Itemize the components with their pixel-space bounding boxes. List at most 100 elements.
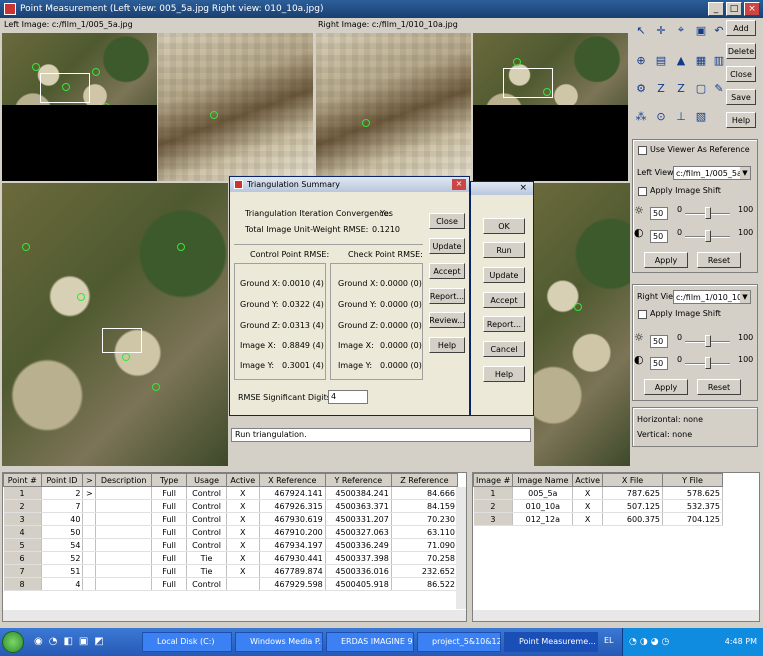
run-button[interactable]: Run [483,242,525,258]
table-row[interactable]: 4 50 Full Control X 467910.200 4500327.063 63.1… [3,525,459,539]
table-row[interactable]: 5 54 Full Control X 467934.197 4500336.249 71.0… [3,538,459,552]
left-reset-button[interactable]: Reset [697,252,741,268]
select-arrow-icon[interactable]: ↖ [632,21,650,39]
measure-icon[interactable]: ⊥ [672,107,690,125]
task-windows-media[interactable]: Windows Media P... [235,632,323,652]
add-button[interactable]: Add [726,20,756,36]
lock-icon[interactable]: ▣ [692,21,710,39]
point-marker[interactable] [122,353,130,361]
close-window-button[interactable]: × [744,2,760,16]
column-header[interactable]: Active [572,473,604,487]
right-apply-shift-checkbox[interactable] [638,310,647,319]
point-marker[interactable] [62,83,70,91]
column-header[interactable]: Point # [3,473,42,487]
point-marker[interactable] [77,293,85,301]
point-marker[interactable] [362,119,370,127]
table-row[interactable]: 2 010_10a X 507.125 532.375 [473,499,723,513]
table-row[interactable]: 6 52 Full Tie X 467930.441 4500337.398 70.258 [3,551,459,565]
right-brightness-spinner[interactable]: 50 [650,335,668,348]
column-header[interactable]: Point ID [40,473,84,487]
tie-icon[interactable]: ⚙ [632,79,650,97]
points-icon[interactable]: ⁂ [632,107,650,125]
update-button-behind[interactable]: Update [483,267,525,283]
point-marker[interactable] [177,243,185,251]
delete-button[interactable]: Delete [726,43,756,59]
triangle-icon[interactable]: ▲ [672,51,690,69]
column-header[interactable]: Image Name [512,473,574,487]
maximize-button[interactable]: □ [726,2,742,16]
point-marker[interactable] [210,111,218,119]
language-indicator[interactable]: EL [604,636,614,645]
task-local-disk[interactable]: Local Disk (C:) [142,632,232,652]
tray-icons[interactable]: ◔◑◕◷ [629,637,672,647]
link-cursor-icon[interactable]: ⌖ [672,21,690,39]
column-header[interactable]: Y Reference [324,473,392,487]
right-contrast-spinner[interactable]: 50 [650,357,668,370]
crosshair-icon[interactable]: ✛ [652,21,670,39]
ok-button[interactable]: OK [483,218,525,234]
right-reset-button[interactable]: Reset [697,379,741,395]
dialog-review-button[interactable]: Review... [429,312,465,328]
save-button[interactable]: Save [726,89,756,105]
table-cell[interactable]: 1 [473,486,514,500]
task-point-measurement[interactable]: Point Measureme... [504,632,598,652]
help-button-behind[interactable]: Help [483,366,525,382]
grid-icon[interactable]: ▦ [692,51,710,69]
left-view-select[interactable]: c:/film_1/005_5a.jpg ▼ [673,166,751,180]
right-apply-button[interactable]: Apply [644,379,688,395]
column-header[interactable]: X Reference [258,473,326,487]
dialog-accept-button[interactable]: Accept [429,263,465,279]
table-row[interactable]: 2 7 Full Control X 467926.315 4500363.371 84.15… [3,499,459,513]
right-main-view[interactable] [534,183,630,466]
column-header[interactable]: X File [602,473,664,487]
left-apply-shift-checkbox[interactable] [638,187,647,196]
use-viewer-reference-checkbox[interactable] [638,146,647,155]
table-cell[interactable]: 2 [473,499,514,513]
right-zoom-view[interactable] [316,33,471,181]
z-icon[interactable]: Z [652,79,670,97]
table-row[interactable]: 1 005_5a X 787.625 578.625 [473,486,723,500]
left-brightness-thumb[interactable] [705,207,711,219]
table-cell[interactable]: 8 [3,577,42,591]
task-erdas[interactable]: ERDAS IMAGINE 9.2 [326,632,414,652]
report-button-behind[interactable]: Report... [483,316,525,332]
table-row[interactable]: 3 012_12a X 600.375 704.125 [473,512,723,526]
left-apply-button[interactable]: Apply [644,252,688,268]
table-cell[interactable]: 3 [473,512,514,526]
dialog-update-button[interactable]: Update [429,238,465,254]
minimize-button[interactable]: _ [708,2,724,16]
table-cell[interactable]: 2 [3,499,42,513]
dialog-help-button[interactable]: Help [429,337,465,353]
table-cell[interactable]: 3 [3,512,42,526]
column-header[interactable]: Image # [473,473,514,487]
column-header[interactable]: Y File [662,473,723,487]
start-button[interactable] [2,631,24,653]
table-cell[interactable]: 1 [3,486,42,500]
table-cell[interactable]: 7 [3,564,42,578]
column-header[interactable]: > [82,473,97,487]
column-header[interactable]: Description [95,473,152,487]
table-cell[interactable]: 6 [3,551,42,565]
right-contrast-thumb[interactable] [705,357,711,369]
left-zoom-view[interactable] [158,33,313,181]
report-icon[interactable]: ▧ [692,107,710,125]
table-row[interactable]: 3 40 Full Control X 467930.619 4500331.207 70.2… [3,512,459,526]
dialog-report-button[interactable]: Report... [429,288,465,304]
dialog-close-button[interactable]: Close [429,213,465,229]
cancel-button[interactable]: Cancel [483,341,525,357]
right-brightness-thumb[interactable] [705,335,711,347]
images-horizontal-scrollbar[interactable] [473,610,759,621]
z-sub-icon[interactable]: Z [672,79,690,97]
points-vertical-scrollbar[interactable] [456,487,466,609]
point-marker[interactable] [22,243,30,251]
column-header[interactable]: Active [225,473,260,487]
column-header[interactable]: Z Reference [390,473,459,487]
left-main-view[interactable] [2,183,228,466]
table-cell[interactable]: 5 [3,538,42,552]
left-contrast-thumb[interactable] [705,230,711,242]
point-marker[interactable] [513,58,521,66]
point-marker[interactable] [92,68,100,76]
digits-spinner[interactable]: 4 [328,390,368,404]
column-header[interactable]: Type [150,473,188,487]
task-project[interactable]: project_5&10&12.... [417,632,501,652]
